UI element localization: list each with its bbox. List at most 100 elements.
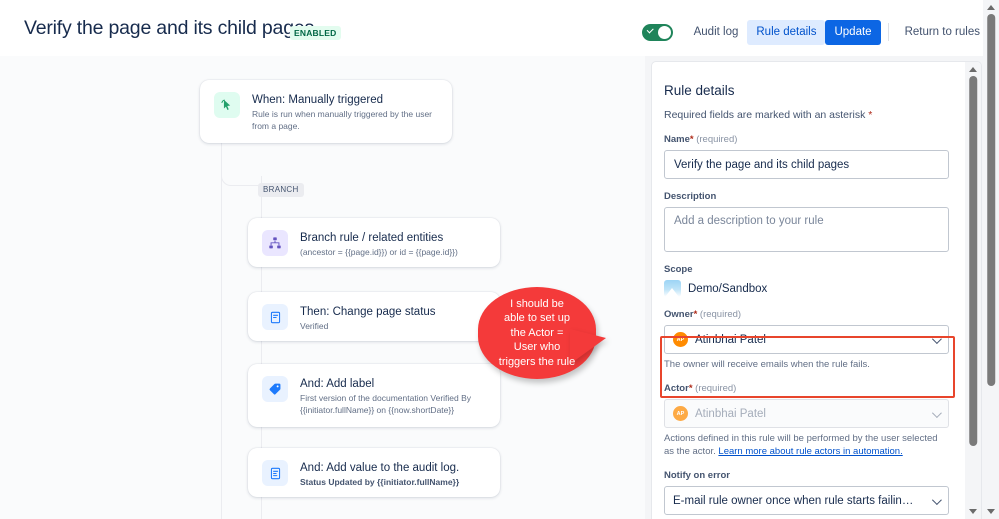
- actor-learn-more-link[interactable]: Learn more about rule actors in automati…: [718, 446, 902, 457]
- notify-on-error-select[interactable]: E-mail rule owner once when rule starts …: [664, 486, 949, 515]
- scroll-down-arrow-icon[interactable]: [987, 509, 995, 514]
- scope-value: Demo/Sandbox: [688, 282, 768, 295]
- panel-scrollbar-thumb[interactable]: [969, 76, 977, 446]
- actor-select[interactable]: AP Atinbhai Patel: [664, 399, 949, 428]
- node-text: Then: Change page status Verified: [300, 304, 436, 333]
- node-title: Branch rule / related entities: [300, 232, 444, 244]
- actor-label-text: Actor: [664, 383, 689, 394]
- workflow-node-change-status[interactable]: Then: Change page status Verified: [248, 292, 500, 341]
- audit-log-button[interactable]: Audit log: [685, 20, 748, 45]
- description-textarea[interactable]: Add a description to your rule: [664, 207, 949, 252]
- panel-heading: Rule details: [664, 83, 735, 98]
- owner-label-text: Owner: [664, 309, 694, 320]
- toolbar-divider: [887, 23, 889, 41]
- callout-line: the Actor =: [510, 326, 564, 339]
- status-badge: ENABLED: [290, 26, 341, 40]
- field-name: Name* (required) Verify the page and its…: [664, 133, 949, 179]
- notify-label: Notify on error: [664, 470, 730, 481]
- connector-line-main: [221, 140, 223, 519]
- owner-helper-text: The owner will receive emails when the r…: [664, 359, 870, 370]
- chevron-down-icon: [931, 408, 942, 419]
- description-label: Description: [664, 191, 717, 202]
- asterisk-icon: *: [689, 134, 694, 145]
- avatar: AP: [673, 332, 688, 347]
- callout-line: User who: [513, 341, 561, 354]
- rule-enabled-toggle[interactable]: [641, 23, 673, 41]
- scroll-up-arrow-icon[interactable]: [969, 67, 977, 72]
- return-to-rules-button[interactable]: Return to rules: [896, 20, 989, 45]
- callout-line: triggers the rule: [498, 355, 576, 368]
- field-notify-on-error: Notify on error E-mail rule owner once w…: [664, 469, 949, 515]
- callout-line: I should be: [510, 297, 564, 310]
- actor-label: Actor* (required): [664, 382, 949, 395]
- workflow-node-audit-log[interactable]: And: Add value to the audit log. Status …: [248, 448, 500, 497]
- field-actor: Actor* (required) AP Atinbhai Patel Acti…: [664, 382, 949, 458]
- field-description: Description Add a description to your ru…: [664, 190, 949, 252]
- page-title: Verify the page and its child pages: [24, 17, 315, 39]
- cursor-click-icon: [214, 92, 240, 118]
- name-input[interactable]: Verify the page and its child pages: [664, 150, 949, 179]
- callout-text: I should be able to set up the Actor = U…: [493, 297, 581, 370]
- field-scope: Scope Demo/Sandbox: [664, 263, 949, 297]
- audit-log-icon: [262, 460, 288, 486]
- workflow-node-branch[interactable]: Branch rule / related entities (ancestor…: [248, 218, 500, 267]
- asterisk-icon: *: [688, 383, 693, 394]
- node-subtitle-bold: Status Updated by {{initiator.fullName}}: [300, 477, 460, 487]
- rule-details-panel: Rule details Required fields are marked …: [652, 62, 981, 519]
- panel-scrollbar[interactable]: [965, 62, 981, 519]
- header-toolbar: Audit log Rule details Update Return to …: [641, 19, 989, 45]
- branch-tag: BRANCH: [258, 183, 304, 197]
- label-tag-icon: [262, 376, 288, 402]
- node-title: And: Add label: [300, 378, 375, 390]
- chevron-down-icon: [931, 334, 942, 345]
- page-scrollbar[interactable]: [983, 0, 999, 519]
- notify-value: E-mail rule owner once when rule starts …: [673, 494, 919, 507]
- name-label: Name* (required): [664, 133, 949, 146]
- automation-rule-editor-screen: Verify the page and its child pages ENAB…: [0, 0, 999, 519]
- owner-required-tag: (required): [699, 309, 742, 320]
- callout-line: able to set up: [503, 312, 571, 325]
- node-title: Then: Change page status: [300, 306, 436, 318]
- required-fields-note: Required fields are marked with an aster…: [664, 108, 949, 122]
- actor-required-tag: (required): [695, 383, 737, 394]
- rule-details-button[interactable]: Rule details: [747, 19, 826, 45]
- owner-value: Atinbhai Patel: [695, 333, 766, 346]
- node-subtitle: Status Updated by {{initiator.fullName}}: [300, 477, 459, 489]
- rule-details-form: Rule details Required fields are marked …: [652, 62, 965, 519]
- scope-label: Scope: [664, 264, 693, 275]
- owner-label: Owner* (required): [664, 308, 949, 321]
- node-text: When: Manually triggered Rule is run whe…: [252, 92, 438, 132]
- asterisk-icon: *: [865, 109, 873, 121]
- callout-bubble: I should be able to set up the Actor = U…: [478, 287, 596, 379]
- annotation-callout: I should be able to set up the Actor = U…: [478, 287, 606, 379]
- scroll-up-arrow-icon[interactable]: [987, 5, 995, 10]
- node-title: When: Manually triggered: [252, 94, 384, 106]
- scope-value-row: Demo/Sandbox: [664, 280, 949, 297]
- workflow-node-trigger[interactable]: When: Manually triggered Rule is run whe…: [200, 80, 452, 143]
- node-text: And: Add value to the audit log. Status …: [300, 460, 459, 489]
- actor-value: Atinbhai Patel: [695, 407, 766, 420]
- name-input-value: Verify the page and its child pages: [674, 158, 850, 171]
- name-required-tag: (required): [696, 134, 738, 145]
- node-text: Branch rule / related entities (ancestor…: [300, 230, 458, 259]
- owner-select[interactable]: AP Atinbhai Patel: [664, 325, 949, 354]
- avatar: AP: [673, 406, 688, 421]
- chevron-down-icon: [931, 495, 942, 506]
- page-status-icon: [262, 304, 288, 330]
- node-subtitle: First version of the documentation Verif…: [300, 393, 472, 415]
- description-placeholder: Add a description to your rule: [674, 215, 824, 227]
- space-icon: [664, 280, 681, 297]
- update-button[interactable]: Update: [825, 19, 881, 45]
- name-label-text: Name: [664, 134, 690, 145]
- workflow-node-add-label[interactable]: And: Add label First version of the docu…: [248, 364, 500, 427]
- page-scrollbar-thumb[interactable]: [987, 14, 995, 386]
- node-subtitle: (ancestor = {{page.id}}) or id = {{page.…: [300, 247, 458, 257]
- field-owner: Owner* (required) AP Atinbhai Patel The …: [664, 308, 949, 371]
- scroll-down-arrow-icon[interactable]: [969, 509, 977, 514]
- check-icon: [646, 26, 653, 34]
- connector-elbow: [221, 140, 261, 186]
- hierarchy-icon: [262, 230, 288, 256]
- node-title: And: Add value to the audit log.: [300, 462, 460, 474]
- node-subtitle: Rule is run when manually triggered by t…: [252, 109, 433, 131]
- required-note-text: Required fields are marked with an aster…: [664, 109, 866, 121]
